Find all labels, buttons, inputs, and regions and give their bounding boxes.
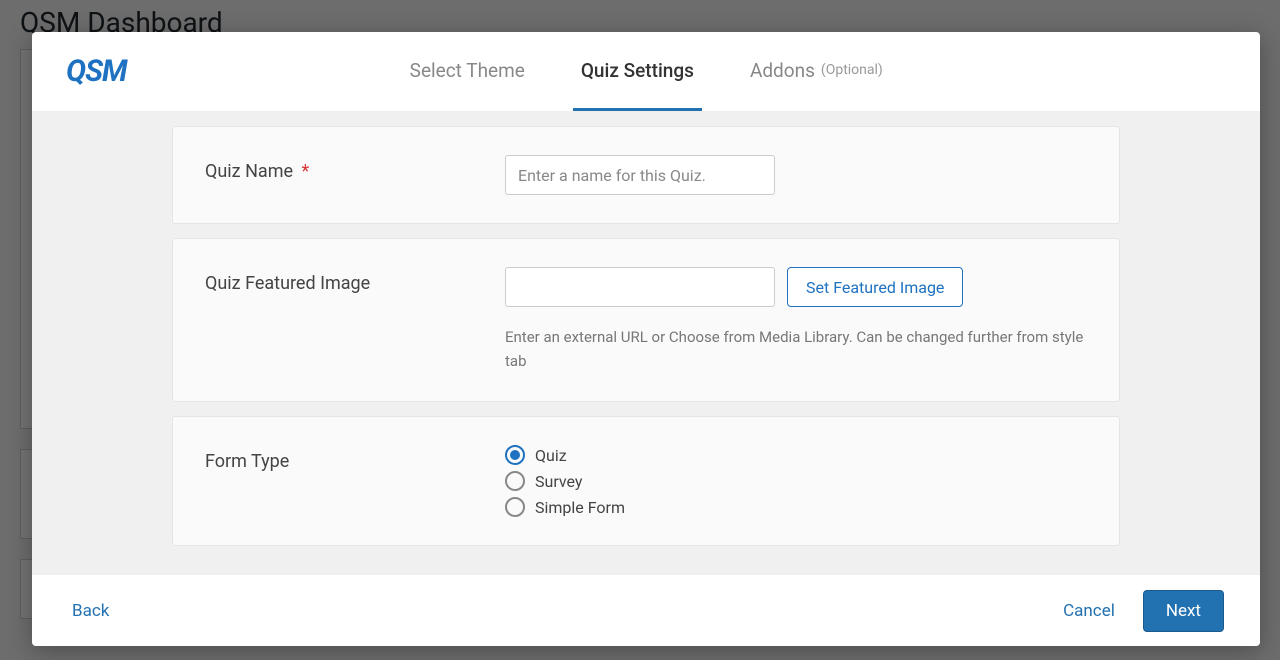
wizard-tabs: Select Theme Quiz Settings Addons (Optio… — [186, 32, 1106, 111]
featured-image-panel: Quiz Featured Image Set Featured Image E… — [172, 238, 1120, 402]
form-type-option-quiz[interactable]: Quiz — [505, 445, 1087, 465]
form-type-option-survey[interactable]: Survey — [505, 471, 1087, 491]
back-button[interactable]: Back — [68, 595, 113, 627]
radio-icon — [505, 445, 525, 465]
radio-label: Quiz — [535, 446, 567, 465]
tab-label: Addons — [750, 59, 815, 82]
qsm-logo: QSM — [66, 54, 126, 89]
quiz-name-panel: Quiz Name * — [172, 126, 1120, 224]
form-type-option-simple-form[interactable]: Simple Form — [505, 497, 1087, 517]
modal-body: Quiz Name * Quiz Featured Image Set Feat… — [32, 112, 1260, 574]
modal-footer: Back Cancel Next — [32, 574, 1260, 646]
featured-image-help: Enter an external URL or Choose from Med… — [505, 325, 1087, 373]
required-marker: * — [302, 161, 310, 182]
cancel-button[interactable]: Cancel — [1059, 595, 1119, 627]
modal-header: QSM Select Theme Quiz Settings Addons (O… — [32, 32, 1260, 112]
tab-label: Select Theme — [410, 59, 525, 82]
tab-select-theme[interactable]: Select Theme — [402, 32, 533, 111]
label-text: Quiz Name — [205, 161, 293, 182]
tab-quiz-settings[interactable]: Quiz Settings — [573, 32, 702, 111]
form-type-label: Form Type — [205, 445, 505, 472]
quiz-name-label: Quiz Name * — [205, 155, 505, 182]
featured-image-url-input[interactable] — [505, 267, 775, 307]
radio-label: Survey — [535, 472, 582, 491]
tab-optional-badge: (Optional) — [821, 62, 883, 78]
featured-image-label: Quiz Featured Image — [205, 267, 505, 294]
form-type-panel: Form Type Quiz Survey Simple — [172, 416, 1120, 546]
next-button[interactable]: Next — [1143, 590, 1224, 632]
form-type-radio-group: Quiz Survey Simple Form — [505, 445, 1087, 517]
tab-label: Quiz Settings — [581, 59, 694, 82]
tab-addons[interactable]: Addons (Optional) — [742, 32, 891, 111]
radio-label: Simple Form — [535, 498, 625, 517]
set-featured-image-button[interactable]: Set Featured Image — [787, 267, 963, 307]
quiz-wizard-modal: QSM Select Theme Quiz Settings Addons (O… — [32, 32, 1260, 646]
quiz-name-input[interactable] — [505, 155, 775, 195]
radio-icon — [505, 497, 525, 517]
radio-icon — [505, 471, 525, 491]
